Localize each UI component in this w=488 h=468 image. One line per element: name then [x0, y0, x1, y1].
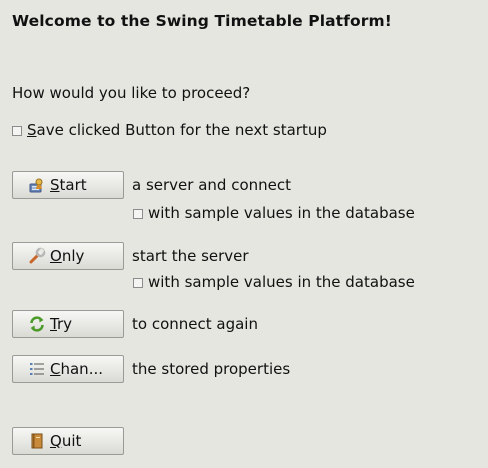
- change-description: the stored properties: [132, 360, 291, 378]
- save-clicked-button-checkbox[interactable]: Save clicked Button for the next startup: [12, 121, 327, 139]
- start-button-label: Start: [50, 176, 87, 194]
- change-button[interactable]: Chan...: [12, 355, 124, 383]
- proceed-question: How would you like to proceed?: [12, 84, 251, 102]
- checkbox-box[interactable]: [133, 209, 143, 219]
- refresh-icon: [28, 315, 46, 333]
- checkbox-box[interactable]: [133, 278, 143, 288]
- list-icon: [28, 360, 46, 378]
- save-checkbox-label: Save clicked Button for the next startup: [27, 121, 327, 139]
- change-button-label: Chan...: [50, 360, 103, 378]
- only-button-label: Only: [50, 247, 85, 265]
- start-sample-values-checkbox[interactable]: with sample values in the database: [133, 204, 415, 222]
- checkbox-box[interactable]: [12, 126, 22, 136]
- quit-button-label: Quit: [50, 432, 82, 450]
- book-icon: [28, 432, 46, 450]
- only-description: start the server: [132, 247, 249, 265]
- start-description: a server and connect: [132, 176, 291, 194]
- window-title: Welcome to the Swing Timetable Platform!: [12, 12, 392, 30]
- only-sample-values-label: with sample values in the database: [148, 273, 415, 291]
- quit-button[interactable]: Quit: [12, 427, 124, 455]
- server-start-icon: [28, 176, 46, 194]
- start-button[interactable]: Start: [12, 171, 124, 199]
- only-sample-values-checkbox[interactable]: with sample values in the database: [133, 273, 415, 291]
- try-button-label: Try: [50, 315, 73, 333]
- only-button[interactable]: Only: [12, 242, 124, 270]
- start-sample-values-label: with sample values in the database: [148, 204, 415, 222]
- try-button[interactable]: Try: [12, 310, 124, 338]
- wrench-icon: [28, 247, 46, 265]
- try-description: to connect again: [132, 315, 258, 333]
